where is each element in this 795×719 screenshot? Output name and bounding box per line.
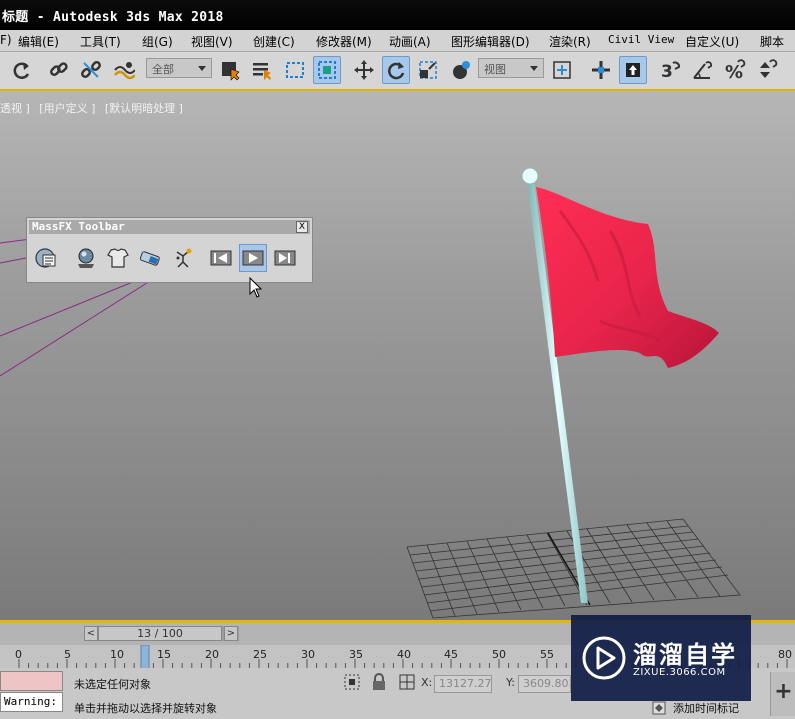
select-by-name-icon[interactable] — [248, 56, 276, 84]
massfx-title: MassFX Toolbar — [32, 220, 125, 233]
tick-label: 15 — [157, 648, 171, 661]
pivot-center-icon[interactable] — [548, 56, 576, 84]
select-object-icon[interactable] — [216, 56, 244, 84]
watermark-logo-icon — [582, 636, 626, 680]
menu-file[interactable]: F) — [0, 33, 12, 47]
menu-customize[interactable]: 自定义(U) — [685, 33, 739, 50]
watermark: 溜溜自学 ZIXUE.3066.COM — [571, 615, 751, 701]
svg-text:3: 3 — [661, 62, 673, 81]
x-coordinate-field[interactable]: 13127.276 — [434, 675, 492, 693]
x-coordinate-label: X: — [421, 676, 433, 689]
viewport-scene — [0, 167, 741, 619]
unlink-icon[interactable] — [77, 56, 105, 84]
menu-animation[interactable]: 动画(A) — [389, 33, 431, 50]
menu-create[interactable]: 创建(C) — [253, 33, 295, 50]
window-title: 标题 - Autodesk 3ds Max 2018 — [2, 10, 224, 25]
tick-label: 45 — [444, 648, 458, 661]
reset-simulation-icon[interactable] — [207, 244, 235, 272]
bind-space-warp-icon[interactable] — [110, 56, 138, 84]
menu-bar: F) 编辑(E) 工具(T) 组(G) 视图(V) 创建(C) 修改器(M) 动… — [0, 30, 795, 52]
redo-icon[interactable] — [8, 56, 36, 84]
tick-label: 40 — [397, 648, 411, 661]
tick-label: 20 — [205, 648, 219, 661]
tick-label: 25 — [253, 648, 267, 661]
tick-label: 50 — [492, 648, 506, 661]
massfx-toolbar[interactable]: MassFX Toolbar X — [26, 217, 313, 283]
selection-lock-icon[interactable] — [343, 673, 361, 691]
tick-label: 35 — [349, 648, 363, 661]
window-crossing-icon[interactable] — [313, 56, 341, 84]
time-tag-icon[interactable] — [652, 700, 666, 715]
world-parameters-icon[interactable] — [32, 244, 60, 272]
svg-text:%: % — [725, 62, 743, 81]
percent-snap-icon[interactable]: % — [721, 56, 749, 84]
expand-button[interactable]: + — [770, 672, 795, 716]
mcloth-icon[interactable] — [104, 244, 132, 272]
menu-rendering[interactable]: 渲染(R) — [549, 33, 591, 50]
step-simulation-icon[interactable] — [271, 244, 299, 272]
ragdoll-icon[interactable] — [169, 244, 197, 272]
lock-icon[interactable] — [371, 673, 387, 691]
move-icon[interactable] — [350, 56, 378, 84]
y-coordinate-label: Y: — [506, 676, 515, 689]
rectangular-selection-icon[interactable] — [281, 56, 309, 84]
rotate-icon[interactable] — [382, 56, 410, 84]
massfx-titlebar[interactable]: MassFX Toolbar X — [29, 220, 310, 234]
menu-graph-editors[interactable]: 图形编辑器(D) — [451, 33, 530, 50]
menu-civil-view[interactable]: Civil View — [608, 33, 674, 46]
rigid-body-icon[interactable] — [72, 244, 100, 272]
current-frame-marker[interactable] — [140, 645, 150, 669]
perspective-viewport[interactable]: 透视 ] [用户定义 ] [默认明暗处理 ] MassFX Toolbar X — [0, 91, 795, 620]
snaps-toggle-icon[interactable]: 3 — [656, 56, 684, 84]
constraint-icon[interactable] — [136, 244, 164, 272]
tick-label: 55 — [540, 648, 554, 661]
angle-snap-icon[interactable] — [688, 56, 716, 84]
place-icon[interactable] — [447, 56, 475, 84]
tick-label: 0 — [15, 648, 22, 661]
tick-label: 80 — [778, 648, 792, 661]
window-titlebar: 标题 - Autodesk 3ds Max 2018 — [0, 0, 795, 30]
mouse-cursor-icon — [249, 277, 263, 298]
keyboard-shortcut-override-icon[interactable] — [619, 56, 647, 84]
select-and-manipulate-icon[interactable] — [587, 56, 615, 84]
maxscript-listener-output[interactable] — [0, 671, 63, 691]
menu-modifiers[interactable]: 修改器(M) — [316, 33, 372, 50]
tick-label: 30 — [301, 648, 315, 661]
watermark-url: ZIXUE.3066.COM — [633, 667, 726, 678]
tick-label: 5 — [64, 648, 71, 661]
menu-group[interactable]: 组(G) — [142, 33, 173, 50]
scale-icon[interactable] — [414, 56, 442, 84]
time-slider-thumb[interactable]: 13 / 100 — [98, 626, 222, 641]
flagpole-finial — [521, 167, 539, 185]
massfx-close-button[interactable]: X — [296, 221, 308, 233]
y-coordinate-field[interactable]: 3609.803 — [518, 675, 571, 693]
time-slider-next-button[interactable]: > — [224, 626, 238, 641]
tick-label: 10 — [110, 648, 124, 661]
selection-status-text: 未选定任何对象 — [74, 678, 151, 691]
menu-view[interactable]: 视图(V) — [191, 33, 233, 50]
spinner-snap-icon[interactable] — [753, 56, 781, 84]
absolute-mode-icon[interactable] — [398, 673, 416, 691]
start-simulation-button[interactable] — [239, 244, 267, 272]
time-slider-prev-button[interactable]: < — [84, 626, 98, 641]
menu-tools[interactable]: 工具(T) — [80, 33, 121, 50]
menu-scripting[interactable]: 脚本 — [760, 33, 784, 50]
watermark-brand: 溜溜自学 — [633, 641, 737, 669]
menu-edit[interactable]: 编辑(E) — [18, 33, 59, 50]
add-time-tag-label[interactable]: 添加时间标记 — [673, 700, 739, 716]
main-toolbar: 全部 视图 3 % — [0, 52, 795, 92]
prompt-line-text: 单击并拖动以选择并旋转对象 — [74, 702, 217, 715]
reference-coordinate-dropdown[interactable]: 视图 — [478, 58, 544, 78]
selection-filter-dropdown[interactable]: 全部 — [146, 58, 212, 78]
link-icon[interactable] — [45, 56, 73, 84]
maxscript-mini-listener[interactable]: Warning: — [0, 692, 63, 712]
